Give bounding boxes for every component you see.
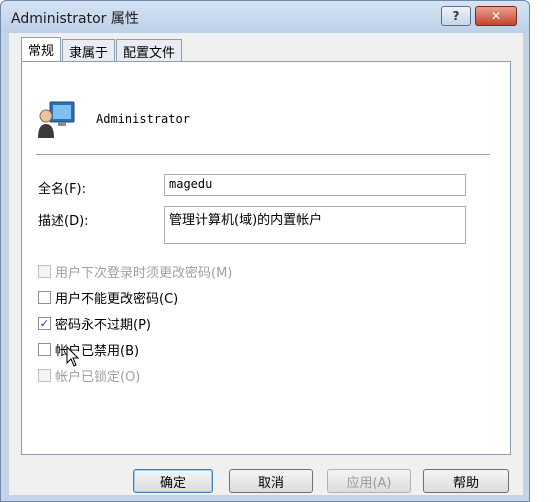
user-computer-icon xyxy=(38,101,75,138)
checkbox-box xyxy=(38,369,51,382)
tab-profile[interactable]: 配置文件 xyxy=(116,39,183,61)
checkbox-box: ✓ xyxy=(38,317,51,330)
ok-button[interactable]: 确定 xyxy=(133,469,213,493)
password-never-expires-checkbox[interactable]: ✓ 密码永不过期(P) xyxy=(38,314,151,333)
checkbox-label: 帐户已锁定(O) xyxy=(55,370,141,385)
checkbox-box xyxy=(38,291,51,304)
mouse-pointer-icon xyxy=(66,346,80,367)
checkbox-label: 密码永不过期(P) xyxy=(55,318,151,333)
checkbox-label: 用户下次登录时须更改密码(M) xyxy=(55,266,233,281)
title-bar[interactable]: Administrator 属性 ? ✕ xyxy=(1,1,529,33)
description-field[interactable]: 管理计算机(域)的内置帐户 xyxy=(164,206,466,244)
help-button[interactable]: 帮助 xyxy=(423,469,509,493)
checkbox-box xyxy=(38,343,51,356)
window-title: Administrator 属性 xyxy=(11,11,139,27)
account-name: Administrator xyxy=(96,112,190,126)
tab-member-of[interactable]: 隶属于 xyxy=(62,39,116,61)
dialog-client-area: 常规 隶属于 配置文件 Administrator 全名(F): magedu … xyxy=(9,33,523,495)
tab-strip: 常规 隶属于 配置文件 xyxy=(21,37,183,61)
must-change-password-checkbox[interactable]: 用户下次登录时须更改密码(M) xyxy=(38,262,232,281)
account-locked-checkbox[interactable]: 帐户已锁定(O) xyxy=(38,366,140,385)
apply-button[interactable]: 应用(A) xyxy=(327,469,411,493)
description-label: 描述(D): xyxy=(38,214,89,229)
cannot-change-password-checkbox[interactable]: 用户不能更改密码(C) xyxy=(38,288,178,307)
checkbox-label: 用户不能更改密码(C) xyxy=(55,292,179,307)
checkmark-icon: ✓ xyxy=(39,317,50,330)
checkbox-box xyxy=(38,265,51,278)
question-icon: ? xyxy=(452,9,460,23)
close-icon: ✕ xyxy=(490,9,502,23)
general-tab-panel: Administrator 全名(F): magedu 描述(D): 管理计算机… xyxy=(21,61,511,455)
fullname-label: 全名(F): xyxy=(38,182,87,197)
properties-dialog: Administrator 属性 ? ✕ 常规 隶属于 配置文件 Adminis… xyxy=(0,0,530,502)
account-disabled-checkbox[interactable]: 帐户已禁用(B) xyxy=(38,340,139,359)
help-title-button[interactable]: ? xyxy=(441,6,471,26)
cancel-button[interactable]: 取消 xyxy=(229,469,313,493)
separator xyxy=(36,154,490,155)
fullname-field[interactable]: magedu xyxy=(164,174,466,196)
tab-general[interactable]: 常规 xyxy=(21,37,62,61)
close-button[interactable]: ✕ xyxy=(475,6,517,26)
